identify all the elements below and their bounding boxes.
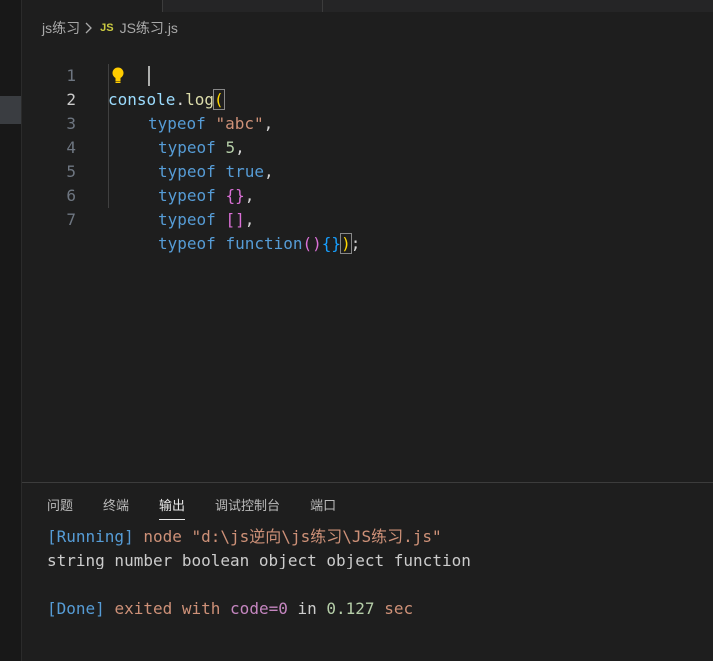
token: ( [302,234,313,253]
token: ] [235,210,245,229]
bottom-panel: 问题 终端 输出 调试控制台 端口 [Running] node "d:\js逆… [22,482,713,661]
lightbulb-icon[interactable] [110,66,126,86]
vscode-window: js练习 JS JS练习.js 1 console.log( 2 typeof … [0,0,713,661]
token: [ [225,210,236,229]
code-line[interactable]: 3 typeof 5, [22,88,713,157]
token: function [225,234,303,253]
token: ) [312,234,322,253]
tab-output[interactable]: 输出 [159,495,186,520]
code-line[interactable]: 1 console.log( [22,40,713,110]
token: ) [340,233,352,254]
tab-terminal[interactable]: 终端 [103,495,129,518]
javascript-file-icon: JS [100,22,114,34]
result-text: string number boolean object object func… [47,551,471,569]
running-command: node "d:\js逆向\js练习\JS练习.js" [143,527,442,546]
activity-bar [0,0,22,661]
time-unit: seconds [384,599,413,618]
chevron-right-icon [85,22,93,34]
code-line[interactable]: 4 typeof true, [22,112,713,181]
in-text: in [297,599,317,618]
exited-text: exited with [114,599,221,618]
code-content: typeof [], [158,208,254,232]
tab-debug-console[interactable]: 调试控制台 [215,495,280,518]
text-cursor [148,66,150,86]
code-editor[interactable]: 1 console.log( 2 typeof "abc", 3 typeof … [22,40,713,480]
breadcrumb: js练习 JS JS练习.js [42,18,178,38]
token: ; [350,234,361,253]
tab-separator [162,0,163,12]
token: typeof [158,234,216,253]
activity-bar-selected-item[interactable] [0,96,21,124]
output-running-line: [Running] node "d:\js逆向\js练习\JS练习.js" [47,525,667,549]
tab-problems[interactable]: 问题 [47,495,73,518]
editor-tab-active[interactable] [22,0,162,12]
code-line[interactable]: 7 typeof function(){}); [22,184,713,254]
breadcrumb-folder[interactable]: js练习 [42,18,80,38]
token: { [321,234,332,253]
done-tag: [Done] [47,599,105,618]
tab-ports[interactable]: 端口 [310,495,336,518]
line-number: 7 [66,210,76,229]
panel-tabs: 问题 终端 输出 调试控制台 端口 [47,495,366,520]
exit-code: code=0 [230,599,288,618]
token: } [331,234,342,253]
code-content: typeof function(){}); [158,232,360,256]
code-line[interactable]: 6 typeof [], [22,160,713,229]
time-value: 0.127 [326,599,375,618]
running-tag: [Running] [47,527,134,546]
token: , [244,210,255,229]
breadcrumb-file[interactable]: JS练习.js [120,18,178,38]
code-line[interactable]: 5 typeof {}, [22,136,713,205]
token: typeof [158,210,216,229]
output-result-line: string number boolean object object func… [47,549,487,569]
editor-tab-bar [22,0,713,12]
output-done-line: [Done] exited with code=0 in 0.127 secon… [47,597,413,621]
tab-separator [322,0,323,12]
